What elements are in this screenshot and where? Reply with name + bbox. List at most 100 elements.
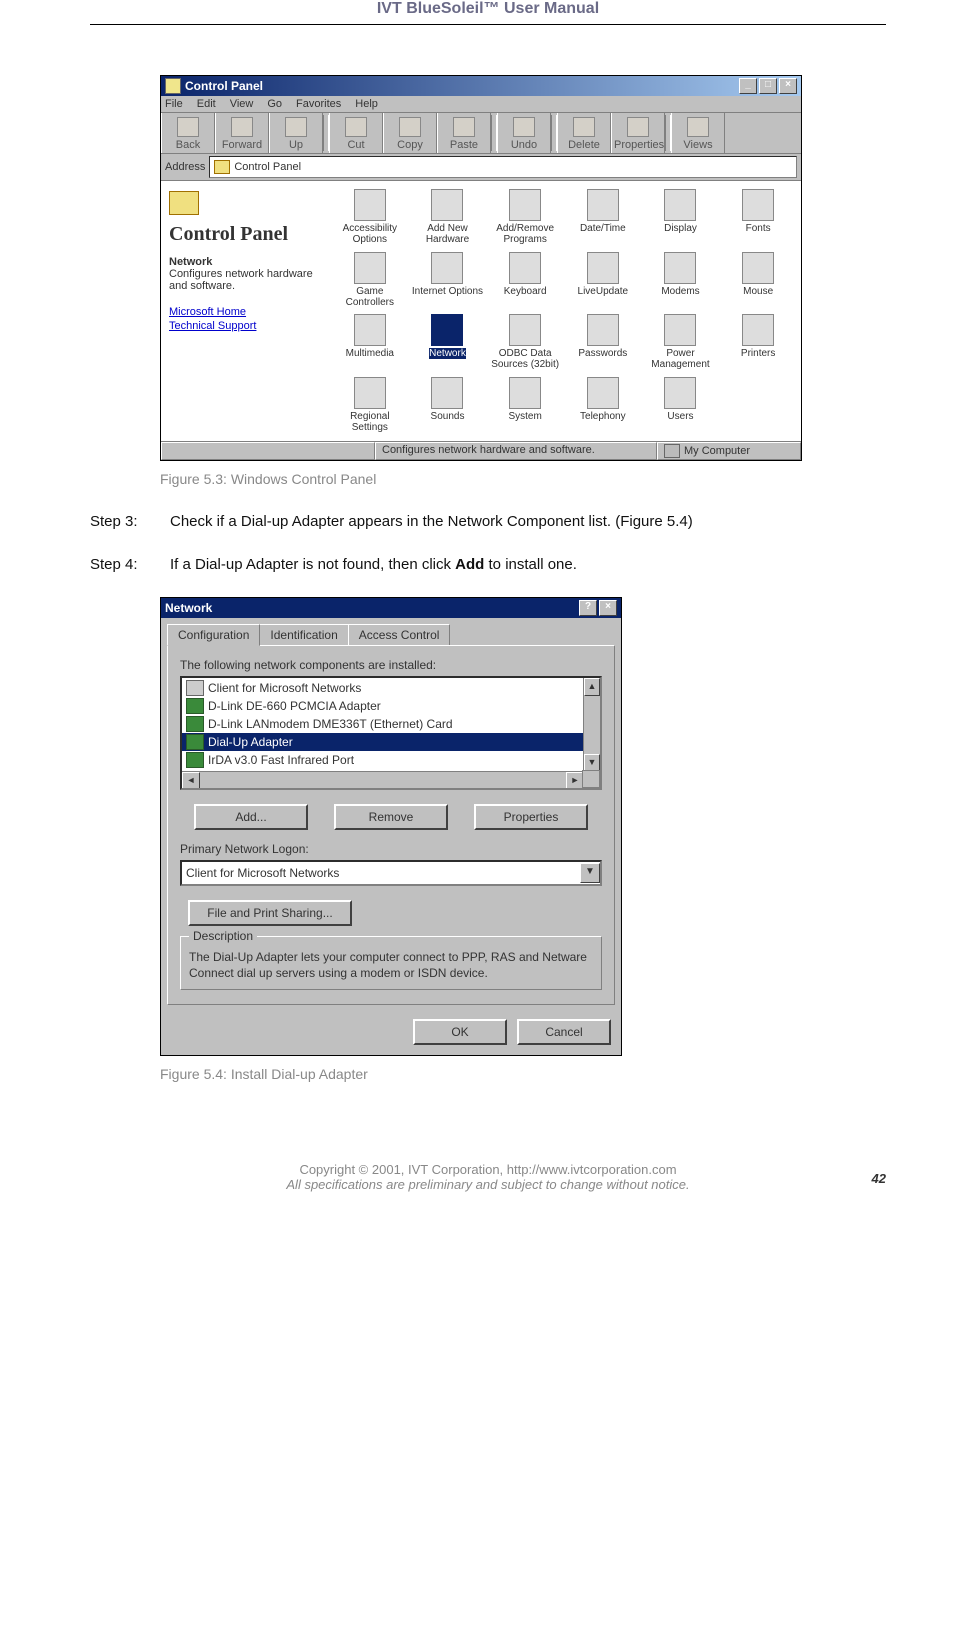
menu-favorites[interactable]: Favorites: [296, 98, 341, 110]
sidebar-selection-name: Network: [169, 256, 319, 268]
applet-label: ODBC Data Sources (32bit): [488, 348, 562, 370]
list-item-label: D-Link LANmodem DME336T (Ethernet) Card: [208, 717, 453, 731]
control-panel-item[interactable]: Add/Remove Programs: [488, 189, 562, 246]
sidebar-selection-desc: Configures network hardware and software…: [169, 268, 319, 292]
address-label: Address: [165, 161, 205, 173]
tab-identification[interactable]: Identification: [259, 624, 348, 645]
control-panel-item[interactable]: Regional Settings: [333, 377, 407, 434]
applet-label: Network: [429, 348, 466, 359]
control-panel-item[interactable]: Mouse: [721, 252, 795, 309]
control-panel-item[interactable]: Date/Time: [566, 189, 640, 246]
control-panel-item[interactable]: ODBC Data Sources (32bit): [488, 314, 562, 371]
applet-icon: [742, 252, 774, 284]
tab-configuration[interactable]: Configuration: [167, 624, 260, 646]
applet-label: Power Management: [644, 348, 718, 370]
horizontal-scrollbar[interactable]: ◄ ►: [182, 771, 584, 788]
copy-button[interactable]: Copy: [383, 113, 437, 153]
properties-button[interactable]: Properties: [474, 804, 588, 830]
address-input[interactable]: Control Panel: [209, 156, 797, 178]
menu-file[interactable]: File: [165, 98, 183, 110]
menu-help[interactable]: Help: [355, 98, 378, 110]
menu-edit[interactable]: Edit: [197, 98, 216, 110]
back-icon: [177, 117, 199, 137]
components-label: The following network components are ins…: [180, 658, 602, 672]
back-button[interactable]: Back: [161, 113, 215, 153]
network-components-listbox[interactable]: Client for Microsoft Networks D-Link DE-6…: [180, 676, 602, 790]
control-panel-item[interactable]: Fonts: [721, 189, 795, 246]
applet-label: Keyboard: [488, 286, 562, 297]
applet-label: Fonts: [721, 223, 795, 234]
address-value: Control Panel: [234, 161, 301, 173]
footer-copyright: Copyright © 2001, IVT Corporation, http:…: [90, 1162, 886, 1177]
primary-logon-label: Primary Network Logon:: [180, 842, 602, 856]
close-button[interactable]: ×: [599, 600, 617, 616]
list-item-label: Client for Microsoft Networks: [208, 681, 361, 695]
applet-icon: [587, 377, 619, 409]
paste-icon: [453, 117, 475, 137]
control-panel-item[interactable]: Multimedia: [333, 314, 407, 371]
control-panel-item[interactable]: Users: [644, 377, 718, 434]
close-button[interactable]: ×: [779, 78, 797, 94]
applet-icon: [664, 252, 696, 284]
applet-label: Add/Remove Programs: [488, 223, 562, 245]
control-panel-item[interactable]: Modems: [644, 252, 718, 309]
vertical-scrollbar[interactable]: ▲ ▼: [583, 678, 600, 772]
primary-logon-dropdown[interactable]: Client for Microsoft Networks ▼: [180, 860, 602, 886]
applet-icon: [587, 252, 619, 284]
control-panel-window: Control Panel _ □ × File Edit View Go Fa…: [160, 75, 802, 461]
list-item[interactable]: Dial-Up Adapter: [182, 733, 600, 751]
figure-5-4-caption: Figure 5.4: Install Dial-up Adapter: [160, 1066, 886, 1082]
scroll-left-button[interactable]: ◄: [182, 772, 200, 790]
primary-logon-value: Client for Microsoft Networks: [186, 866, 339, 880]
undo-button[interactable]: Undo: [497, 113, 551, 153]
page-number: 42: [872, 1171, 886, 1186]
delete-button[interactable]: Delete: [557, 113, 611, 153]
control-panel-item[interactable]: Add New Hardware: [411, 189, 485, 246]
control-panel-item[interactable]: Power Management: [644, 314, 718, 371]
paste-button[interactable]: Paste: [437, 113, 491, 153]
maximize-button[interactable]: □: [759, 78, 777, 94]
up-button[interactable]: Up: [269, 113, 323, 153]
status-cell-empty: [161, 442, 375, 460]
control-panel-item[interactable]: Passwords: [566, 314, 640, 371]
control-panel-item[interactable]: Accessibility Options: [333, 189, 407, 246]
link-microsoft-home[interactable]: Microsoft Home: [169, 306, 319, 318]
help-button[interactable]: ?: [579, 600, 597, 616]
cancel-button[interactable]: Cancel: [517, 1019, 611, 1045]
remove-button[interactable]: Remove: [334, 804, 448, 830]
menu-view[interactable]: View: [230, 98, 254, 110]
add-button[interactable]: Add...: [194, 804, 308, 830]
control-panel-item[interactable]: Display: [644, 189, 718, 246]
menu-go[interactable]: Go: [267, 98, 282, 110]
up-icon: [285, 117, 307, 137]
applet-label: Telephony: [566, 411, 640, 422]
tab-access-control[interactable]: Access Control: [348, 624, 451, 645]
control-panel-item[interactable]: Internet Options: [411, 252, 485, 309]
list-item[interactable]: D-Link LANmodem DME336T (Ethernet) Card: [182, 715, 600, 733]
link-technical-support[interactable]: Technical Support: [169, 320, 319, 332]
control-panel-item[interactable]: System: [488, 377, 562, 434]
minimize-button[interactable]: _: [739, 78, 757, 94]
dialog-title: Network: [165, 601, 212, 615]
ok-button[interactable]: OK: [413, 1019, 507, 1045]
scroll-up-button[interactable]: ▲: [584, 678, 600, 696]
cut-button[interactable]: Cut: [329, 113, 383, 153]
description-legend: Description: [189, 929, 257, 943]
control-panel-item[interactable]: Sounds: [411, 377, 485, 434]
list-item[interactable]: IrDA v3.0 Fast Infrared Port: [182, 751, 600, 769]
control-panel-item[interactable]: Keyboard: [488, 252, 562, 309]
views-button[interactable]: Views: [671, 113, 725, 153]
control-panel-item[interactable]: Network: [411, 314, 485, 371]
properties-button[interactable]: Properties: [611, 113, 665, 153]
control-panel-item[interactable]: Printers: [721, 314, 795, 371]
control-panel-item[interactable]: Game Controllers: [333, 252, 407, 309]
control-panel-item[interactable]: LiveUpdate: [566, 252, 640, 309]
list-item[interactable]: Client for Microsoft Networks: [182, 679, 600, 697]
forward-button[interactable]: Forward: [215, 113, 269, 153]
step-label: Step 4:: [90, 556, 170, 573]
file-print-sharing-button[interactable]: File and Print Sharing...: [188, 900, 352, 926]
list-item[interactable]: D-Link DE-660 PCMCIA Adapter: [182, 697, 600, 715]
dropdown-icon[interactable]: ▼: [580, 863, 600, 883]
control-panel-item[interactable]: Telephony: [566, 377, 640, 434]
status-description: Configures network hardware and software…: [375, 442, 657, 460]
